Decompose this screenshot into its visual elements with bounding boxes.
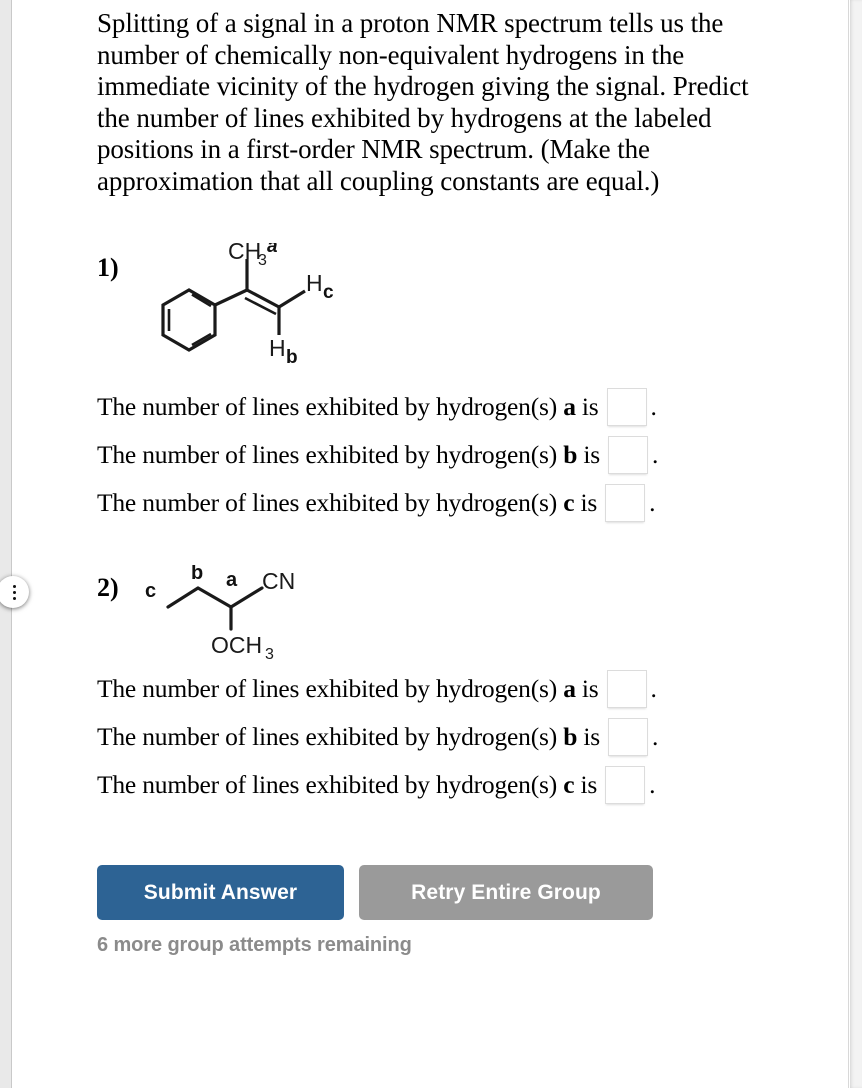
answer-row-2c: The number of lines exhibited by hydroge…	[97, 761, 797, 809]
structure-1-svg: CH 3 a H c H b	[161, 236, 334, 368]
answer-row-1c: The number of lines exhibited by hydroge…	[97, 479, 797, 527]
answer-prefix-2c: The number of lines exhibited by hydroge…	[97, 770, 564, 799]
label-tag-a: a	[267, 243, 278, 257]
answer-period-2a: .	[650, 674, 657, 703]
label-h-right: H	[306, 270, 323, 296]
answer-row-1b: The number of lines exhibited by hydroge…	[97, 431, 797, 479]
answer-suffix-2b: is	[577, 722, 600, 751]
answer-suffix-1c: is	[574, 488, 598, 517]
answer-label-2c: c	[563, 770, 575, 799]
label-h-bottom: H	[269, 335, 286, 361]
panel-drag-handle[interactable]	[0, 576, 29, 608]
label-tag-b: b	[286, 347, 298, 368]
answer-suffix-2c: is	[574, 770, 598, 799]
question-1-answers: The number of lines exhibited by hydroge…	[97, 383, 797, 527]
submit-answer-button[interactable]: Submit Answer	[97, 865, 344, 920]
answer-prefix-2b: The number of lines exhibited by hydroge…	[97, 722, 564, 751]
answer-suffix-1a: is	[575, 392, 599, 421]
answer-period-1b: .	[651, 440, 659, 469]
answer-prefix-1a: The number of lines exhibited by hydroge…	[97, 392, 564, 421]
footer-actions: Submit Answer Retry Entire Group 6 more …	[97, 865, 797, 957]
drag-dots-icon	[12, 584, 16, 600]
answer-input-2a[interactable]	[606, 670, 647, 708]
button-row: Submit Answer Retry Entire Group	[97, 865, 797, 920]
answer-input-2c[interactable]	[605, 766, 646, 804]
answer-label-1b: b	[563, 440, 578, 469]
label-tag-b2: b	[191, 565, 203, 584]
question-2-number: 2)	[97, 573, 119, 602]
label-nitrile: CN	[262, 568, 295, 594]
structure-2: c b a CN OCH 3	[141, 562, 421, 665]
answer-input-1c[interactable]	[605, 484, 646, 522]
label-methoxy: OCH	[211, 632, 262, 658]
intro-paragraph: Splitting of a signal in a proton NMR sp…	[97, 8, 749, 196]
answer-period-1a: .	[650, 392, 657, 421]
answer-label-1a: a	[563, 392, 576, 421]
question-2-answers: The number of lines exhibited by hydroge…	[97, 665, 797, 809]
answer-label-2a: a	[563, 674, 576, 703]
question-2: 2) c b a CN OCH 3 The number of lines ex…	[97, 562, 797, 809]
label-methyl: CH	[228, 243, 261, 264]
attempts-remaining-text: 6 more group attempts remaining	[97, 934, 412, 956]
label-methoxy-subscript: 3	[265, 646, 274, 660]
left-gutter	[0, 0, 12, 1088]
answer-input-1b[interactable]	[607, 436, 648, 474]
retry-entire-group-button[interactable]: Retry Entire Group	[359, 865, 653, 920]
answer-period-2b: .	[651, 722, 659, 751]
answer-period-1c: .	[649, 488, 656, 517]
label-tag-c2: c	[145, 580, 156, 602]
right-gutter	[850, 0, 862, 1088]
answer-input-2b[interactable]	[607, 718, 648, 756]
answer-label-1c: c	[563, 488, 575, 517]
structure-2-svg: c b a CN OCH 3	[145, 562, 295, 663]
label-tag-a2: a	[226, 569, 238, 591]
answer-suffix-2a: is	[575, 674, 599, 703]
answer-label-2b: b	[563, 722, 578, 751]
question-content: Splitting of a signal in a proton NMR sp…	[97, 0, 797, 957]
label-tag-c: c	[323, 282, 334, 303]
structure-1: CH 3 a H c H b	[145, 236, 445, 383]
question-1-number: 1)	[97, 253, 119, 282]
answer-input-1a[interactable]	[606, 388, 647, 426]
label-methyl-subscript: 3	[258, 252, 267, 269]
answer-period-2c: .	[649, 770, 656, 799]
answer-suffix-1b: is	[577, 440, 600, 469]
answer-prefix-1b: The number of lines exhibited by hydroge…	[97, 440, 564, 469]
answer-row-1a: The number of lines exhibited by hydroge…	[97, 383, 797, 431]
question-1: 1) CH 3 a H c H b The number of lines ex…	[97, 236, 797, 527]
answer-row-2b: The number of lines exhibited by hydroge…	[97, 713, 797, 761]
answer-prefix-2a: The number of lines exhibited by hydroge…	[97, 674, 564, 703]
answer-prefix-1c: The number of lines exhibited by hydroge…	[97, 488, 564, 517]
assignment-panel: Splitting of a signal in a proton NMR sp…	[0, 0, 849, 1088]
answer-row-2a: The number of lines exhibited by hydroge…	[97, 665, 797, 713]
